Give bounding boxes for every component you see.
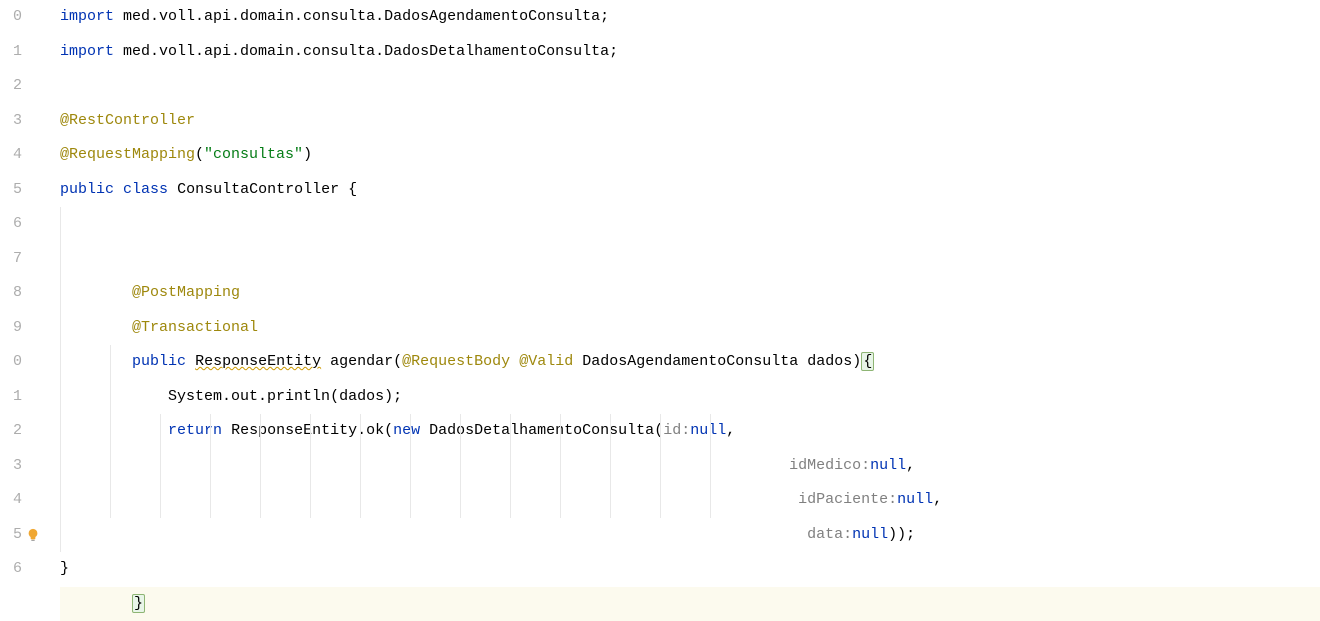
code-line[interactable]: import med.voll.api.domain.consulta.Dado… xyxy=(60,0,1320,35)
line-number: 9 xyxy=(0,311,22,346)
code-line[interactable]: public ResponseEntity agendar(@RequestBo… xyxy=(60,311,1320,346)
current-line-highlight xyxy=(60,587,1320,621)
line-number: 6 xyxy=(0,552,22,587)
line-number: 1 xyxy=(0,380,22,415)
line-number: 3 xyxy=(0,449,22,484)
line-number: 2 xyxy=(0,69,22,104)
line-number: 2 xyxy=(0,414,22,449)
code-editor[interactable]: import med.voll.api.domain.consulta.Dado… xyxy=(40,0,1320,587)
code-line[interactable]: idMedico:null, xyxy=(60,414,1320,449)
code-line[interactable]: @Transactional xyxy=(60,276,1320,311)
line-number: 5 xyxy=(0,518,22,553)
code-line[interactable]: @RestController xyxy=(60,104,1320,139)
line-number: 7 xyxy=(0,242,22,277)
code-line[interactable]: import med.voll.api.domain.consulta.Dado… xyxy=(60,35,1320,70)
code-line[interactable]: @PostMapping xyxy=(60,242,1320,277)
line-number: 1 xyxy=(0,35,22,70)
line-number: 0 xyxy=(0,0,22,35)
code-line[interactable]: System.out.println(dados); xyxy=(60,345,1320,380)
code-line[interactable] xyxy=(60,207,1320,242)
line-number: 4 xyxy=(0,138,22,173)
line-number: 4 xyxy=(0,483,22,518)
line-number: 6 xyxy=(0,207,22,242)
code-line[interactable]: } xyxy=(60,552,1320,587)
line-number: 5 xyxy=(0,173,22,208)
code-line[interactable]: public class ConsultaController { xyxy=(60,173,1320,208)
line-number: 3 xyxy=(0,104,22,139)
lightbulb-icon[interactable] xyxy=(26,528,40,542)
code-line[interactable]: return ResponseEntity.ok(new DadosDetalh… xyxy=(60,380,1320,415)
code-line[interactable]: data:null)); xyxy=(60,483,1320,518)
code-line[interactable]: @RequestMapping("consultas") xyxy=(60,138,1320,173)
line-number: 8 xyxy=(0,276,22,311)
code-line[interactable]: } xyxy=(60,518,1320,553)
line-number-gutter: 0 1 2 3 4 5 6 7 8 9 0 1 2 3 4 5 6 xyxy=(0,0,40,587)
code-line[interactable]: idPaciente:null, xyxy=(60,449,1320,484)
line-number: 0 xyxy=(0,345,22,380)
code-line[interactable] xyxy=(60,69,1320,104)
